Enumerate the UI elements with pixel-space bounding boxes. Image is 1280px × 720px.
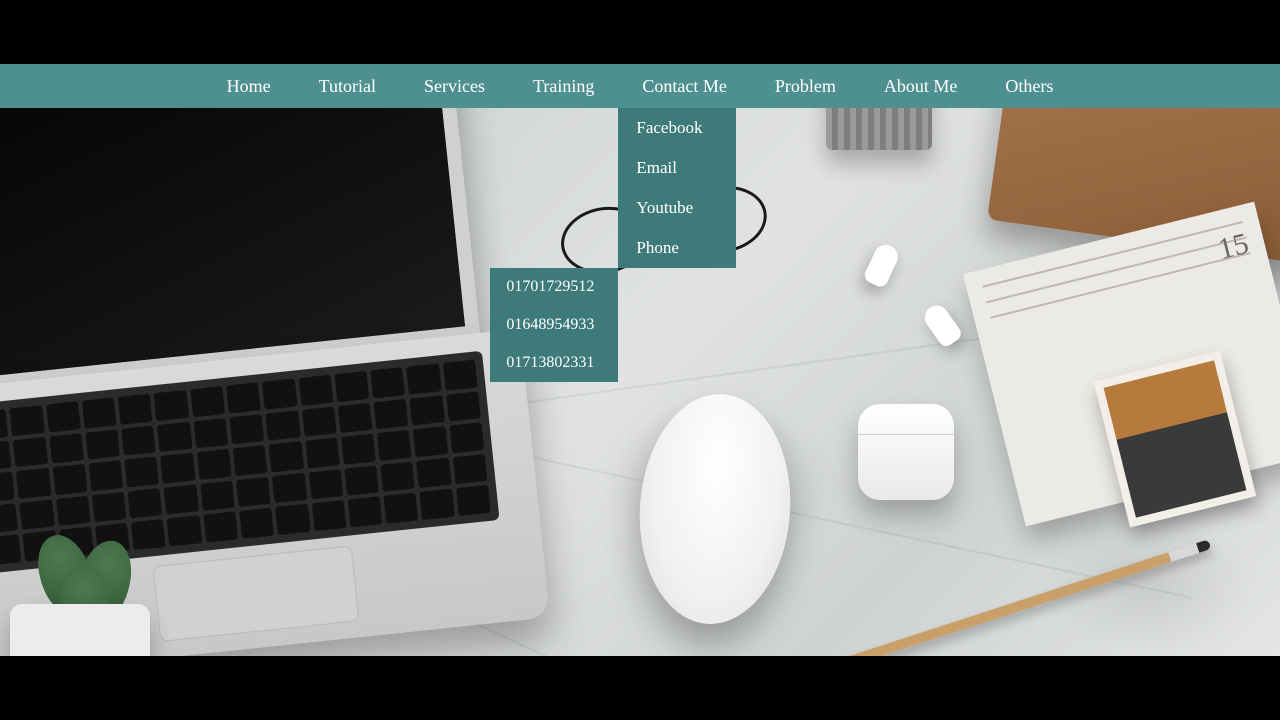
- submenu-email[interactable]: Email: [618, 148, 736, 188]
- newspaper-date-badge: 15: [1215, 227, 1252, 267]
- submenu-phone-item: Phone 01701729512 01648954933 0171380233…: [618, 228, 736, 268]
- nav-others[interactable]: Others: [981, 64, 1077, 108]
- phone-number-1[interactable]: 01701729512: [490, 268, 618, 306]
- page-stage: 15 Home Tutorial Services Training Conta…: [0, 64, 1280, 656]
- contact-submenu: Facebook Email Youtube Phone 01701729512…: [618, 108, 736, 268]
- nav-menu: Home Tutorial Services Training Contact …: [203, 64, 1078, 108]
- plant-graphic: [0, 534, 170, 656]
- nav-tutorial[interactable]: Tutorial: [295, 64, 400, 108]
- nav-training[interactable]: Training: [509, 64, 618, 108]
- phone-number-3[interactable]: 01713802331: [490, 344, 618, 382]
- phone-flyout: 01701729512 01648954933 01713802331: [490, 268, 618, 382]
- nav-contact-me[interactable]: Contact Me: [618, 64, 750, 108]
- main-navbar: Home Tutorial Services Training Contact …: [0, 64, 1280, 108]
- nav-contact-me-item: Contact Me Facebook Email Youtube Phone …: [618, 64, 750, 108]
- phone-number-2[interactable]: 01648954933: [490, 306, 618, 344]
- airpods-case-graphic: [858, 404, 954, 500]
- submenu-youtube[interactable]: Youtube: [618, 188, 736, 228]
- submenu-phone[interactable]: Phone: [618, 228, 736, 268]
- nav-about-me[interactable]: About Me: [860, 64, 982, 108]
- nav-problem[interactable]: Problem: [751, 64, 860, 108]
- nav-home[interactable]: Home: [203, 64, 295, 108]
- nav-services[interactable]: Services: [400, 64, 509, 108]
- submenu-facebook[interactable]: Facebook: [618, 108, 736, 148]
